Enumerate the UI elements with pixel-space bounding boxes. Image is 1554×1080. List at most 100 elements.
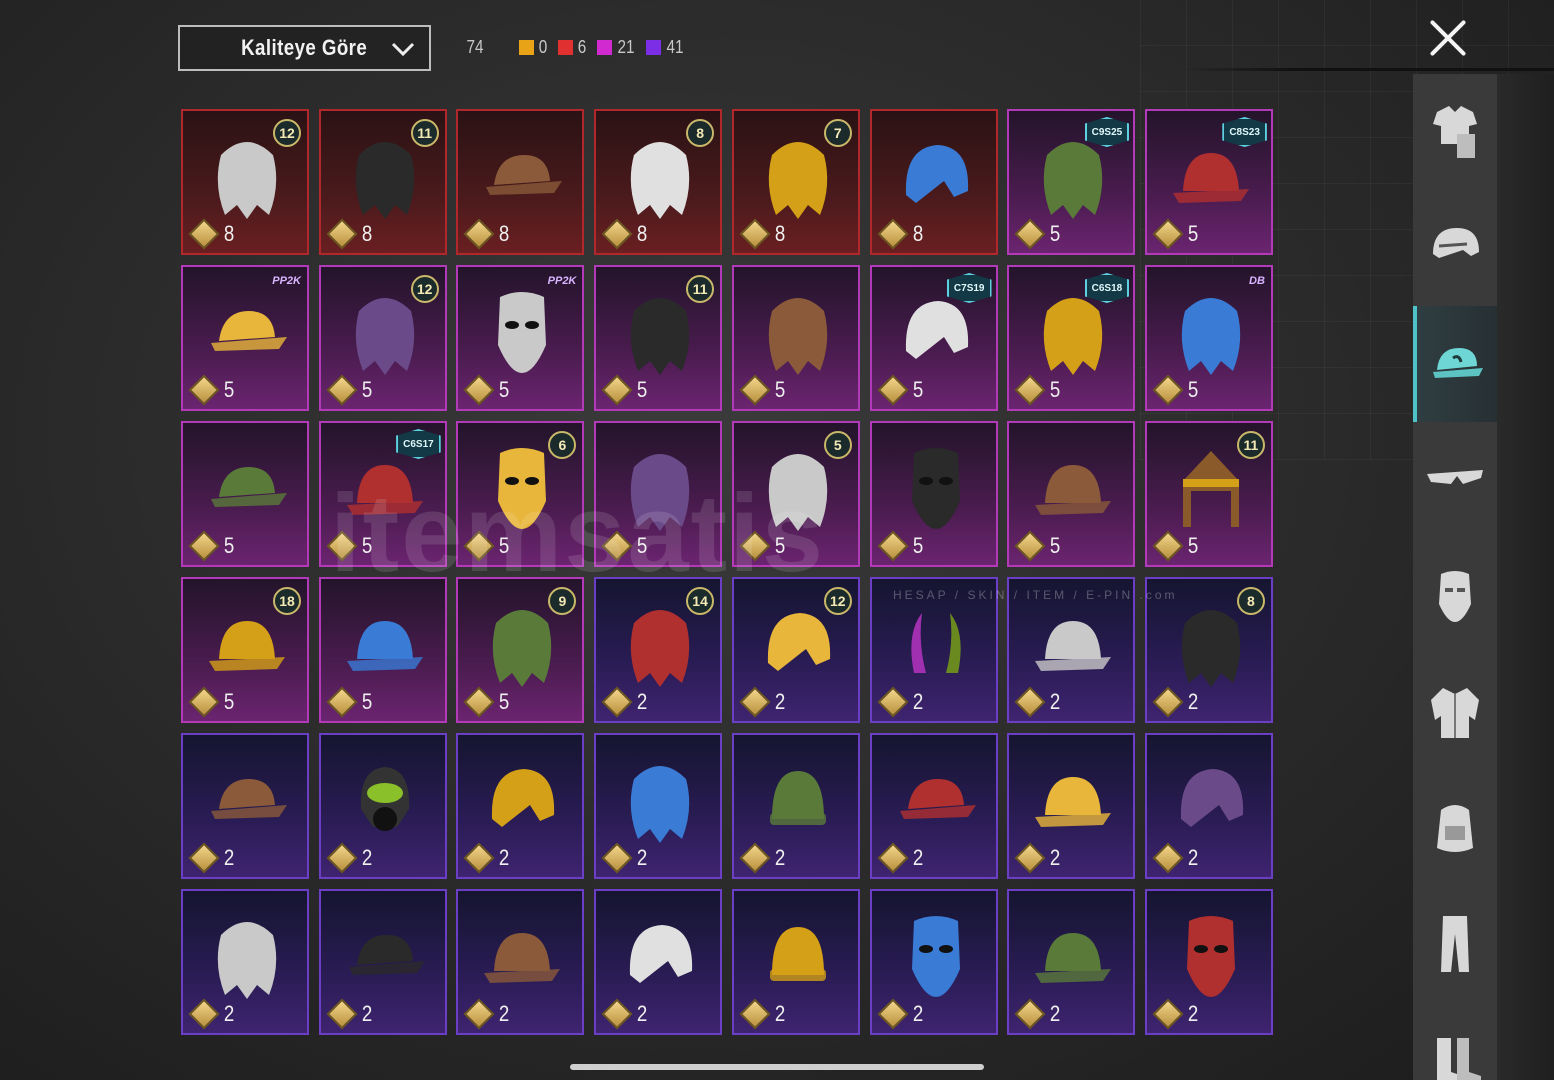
home-indicator[interactable] xyxy=(570,1064,984,1070)
inventory-item[interactable]: 12 8 xyxy=(181,109,309,255)
inventory-item[interactable]: 88 xyxy=(594,109,723,255)
inventory-item[interactable]: 2 xyxy=(1144,889,1273,1035)
inventory-item[interactable]: PP2K 5 xyxy=(181,265,309,411)
item-value: 2 xyxy=(876,842,924,874)
inventory-item[interactable]: C7S19 5 xyxy=(869,265,998,411)
item-count: 2 xyxy=(912,1001,923,1026)
item-count: 5 xyxy=(1187,221,1199,246)
inventory-item[interactable]: C8S23 5 xyxy=(1144,109,1273,255)
inventory-item[interactable]: 12 5 xyxy=(318,265,447,411)
inventory-item[interactable]: 2 xyxy=(869,889,998,1035)
inventory-item[interactable]: 5 xyxy=(318,577,447,723)
item-count: 5 xyxy=(1187,377,1199,402)
inventory-item[interactable]: 5 xyxy=(181,421,309,567)
sidebar-item-glasses[interactable] xyxy=(1413,422,1497,538)
inventory-item[interactable]: 2 xyxy=(731,889,860,1035)
item-count: 2 xyxy=(1187,1001,1199,1026)
inventory-item[interactable]: 12 2 xyxy=(731,577,860,723)
inventory-item[interactable]: 2 xyxy=(731,733,860,879)
inventory-item[interactable]: 78 xyxy=(731,109,860,255)
inventory-item[interactable]: 2 xyxy=(1144,733,1273,879)
item-value: 2 xyxy=(1152,686,1199,718)
sidebar-item-outfit[interactable] xyxy=(1413,74,1497,190)
helmet-icon xyxy=(905,145,968,203)
level-badge: 12 xyxy=(273,119,301,147)
inventory-item[interactable]: 5 xyxy=(1007,421,1136,567)
sort-dropdown[interactable]: Kaliteye Göre xyxy=(178,25,431,71)
item-value: 5 xyxy=(1152,218,1199,250)
inventory-item[interactable]: C6S18 5 xyxy=(1007,265,1136,411)
inventory-item[interactable]: 11 5 xyxy=(594,265,723,411)
currency-icon xyxy=(739,374,771,406)
inventory-item[interactable]: 5 xyxy=(594,421,723,567)
currency-icon xyxy=(876,218,909,250)
sidebar-item-helmet[interactable] xyxy=(1413,190,1497,306)
inventory-item[interactable]: 11 5 xyxy=(1144,421,1273,567)
inventory-item[interactable]: 14 2 xyxy=(594,577,723,723)
item-value: 2 xyxy=(1014,842,1061,874)
sidebar-item-hat[interactable] xyxy=(1413,306,1497,422)
backpack-icon xyxy=(1437,805,1473,852)
inventory-item[interactable]: 2 xyxy=(594,733,723,879)
bucket-hat-icon xyxy=(1035,933,1112,983)
inventory-item[interactable]: 2 xyxy=(318,733,447,879)
currency-icon xyxy=(188,998,220,1030)
inventory-item[interactable]: C6S17 5 xyxy=(318,421,447,567)
sidebar-item-jacket[interactable] xyxy=(1413,654,1497,770)
inventory-item[interactable]: PP2K 5 xyxy=(456,265,585,411)
currency-icon xyxy=(1152,998,1184,1030)
quality-chip: 6 xyxy=(558,37,587,58)
level-badge: 7 xyxy=(823,119,852,147)
inventory-item[interactable]: 2 xyxy=(1007,733,1136,879)
item-value: 5 xyxy=(463,374,510,406)
sidebar-item-mask[interactable] xyxy=(1413,538,1497,654)
currency-icon xyxy=(876,998,909,1030)
currency-icon xyxy=(739,686,771,718)
inventory-item[interactable]: 2 xyxy=(456,733,585,879)
inventory-item[interactable]: 2 xyxy=(456,889,585,1035)
sidebar-item-backpack[interactable] xyxy=(1413,770,1497,886)
currency-icon xyxy=(463,218,495,250)
close-button[interactable] xyxy=(1426,16,1470,60)
inventory-item[interactable]: 82 xyxy=(1144,577,1273,723)
inventory-item[interactable]: 11 8 xyxy=(318,109,447,255)
currency-icon xyxy=(1152,530,1184,562)
item-value: 8 xyxy=(601,218,648,250)
inventory-item[interactable]: C9S25 5 xyxy=(1007,109,1136,255)
inventory-item[interactable]: 2 xyxy=(181,733,309,879)
currency-icon xyxy=(188,842,220,874)
inventory-item[interactable]: 2 xyxy=(181,889,309,1035)
helmet-icon xyxy=(492,769,555,827)
inventory-item[interactable]: 95 xyxy=(456,577,585,723)
item-value: 5 xyxy=(876,374,924,406)
currency-icon xyxy=(876,686,909,718)
inventory-item[interactable]: 65 xyxy=(456,421,585,567)
quality-chip: 21 xyxy=(597,37,636,58)
inventory-item[interactable]: 2 xyxy=(869,577,998,723)
inventory-item[interactable]: 8 xyxy=(869,109,998,255)
item-value: 8 xyxy=(739,218,786,250)
sidebar-item-shoes[interactable] xyxy=(1413,1002,1497,1080)
inventory-item[interactable]: 2 xyxy=(869,733,998,879)
currency-icon xyxy=(1014,686,1046,718)
currency-icon xyxy=(326,686,358,718)
item-count: 2 xyxy=(1050,689,1061,714)
sidebar-item-pants[interactable] xyxy=(1413,886,1497,1002)
item-count: 5 xyxy=(912,533,923,558)
inventory-item[interactable]: 2 xyxy=(1007,577,1136,723)
beanie-icon xyxy=(769,927,826,981)
item-value: 5 xyxy=(601,374,648,406)
level-badge: 8 xyxy=(1236,587,1265,615)
inventory-item[interactable]: DB 5 xyxy=(1144,265,1273,411)
inventory-item[interactable]: 5 xyxy=(869,421,998,567)
inventory-item[interactable]: 18 5 xyxy=(181,577,309,723)
inventory-item[interactable]: 55 xyxy=(731,421,860,567)
inventory-item[interactable]: 2 xyxy=(1007,889,1136,1035)
level-badge: 11 xyxy=(686,275,715,303)
collab-logo: DB xyxy=(1249,275,1265,287)
inventory-item[interactable]: 8 xyxy=(456,109,585,255)
inventory-item[interactable]: 2 xyxy=(318,889,447,1035)
officer-cap-icon xyxy=(1035,621,1112,671)
inventory-item[interactable]: 2 xyxy=(594,889,723,1035)
inventory-item[interactable]: 5 xyxy=(731,265,860,411)
